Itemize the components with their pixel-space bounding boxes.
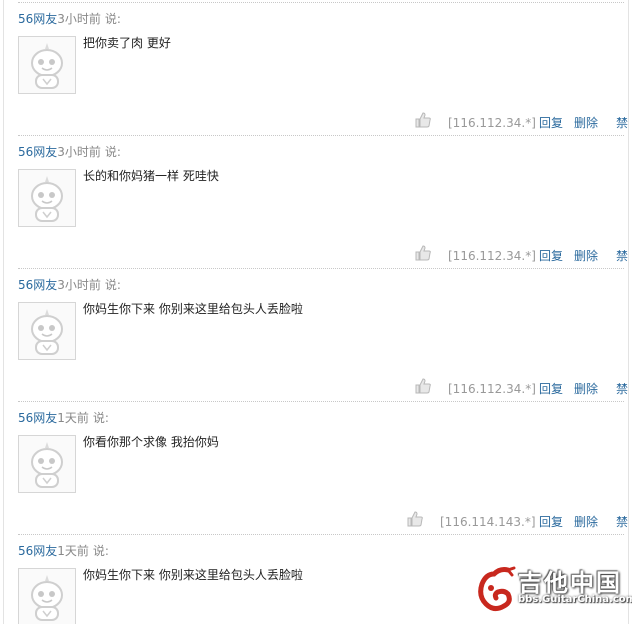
comment-time: 3小时前 bbox=[57, 12, 101, 26]
comment-time: 3小时前 bbox=[57, 278, 101, 292]
comment-actions: [116.112.34.*] 回复 删除 禁 bbox=[414, 244, 628, 268]
comment-separator bbox=[18, 401, 624, 402]
reply-link[interactable]: 回复 bbox=[539, 246, 563, 266]
comment-separator bbox=[18, 2, 624, 3]
comment-ip: [116.114.143.*] bbox=[440, 515, 536, 529]
thumbs-up-icon[interactable] bbox=[414, 111, 432, 135]
watermark-en: bbs.GuitarChina.com bbox=[518, 594, 632, 605]
comment-separator bbox=[18, 268, 624, 269]
avatar[interactable] bbox=[18, 568, 76, 624]
default-avatar-icon bbox=[31, 43, 63, 89]
thumbs-up-icon[interactable] bbox=[406, 510, 424, 534]
comment-time: 1天前 bbox=[57, 411, 89, 425]
comment-meta: 56网友1天前 说: bbox=[18, 542, 109, 560]
reply-link[interactable]: 回复 bbox=[539, 512, 563, 532]
delete-link[interactable]: 删除 bbox=[574, 113, 598, 133]
ban-link[interactable]: 禁 bbox=[616, 246, 628, 266]
comment-actions: [116.112.34.*] 回复 删除 禁 bbox=[414, 377, 628, 401]
comment-meta: 56网友3小时前 说: bbox=[18, 10, 121, 28]
comment-panel: 56网友3小时前 说: 把你卖了肉 更好 [116.112.34.*] 回复 删除… bbox=[3, 0, 629, 624]
comment-actions: [116.114.143.*] 回复 删除 禁 bbox=[406, 510, 628, 534]
comment-text: 长的和你妈猪一样 死哇快 bbox=[83, 169, 219, 183]
thumbs-up-icon[interactable] bbox=[414, 244, 432, 268]
comment-user-link[interactable]: 56网友 bbox=[18, 145, 57, 159]
avatar[interactable] bbox=[18, 435, 76, 493]
comment-text: 你看你那个求像 我抬你妈 bbox=[83, 435, 219, 449]
comment-said-label: 说: bbox=[104, 278, 121, 292]
comment-user-link[interactable]: 56网友 bbox=[18, 278, 57, 292]
comment-separator bbox=[18, 135, 624, 136]
comment-said-label: 说: bbox=[104, 145, 121, 159]
default-avatar-icon bbox=[31, 309, 63, 355]
ban-link[interactable]: 禁 bbox=[616, 113, 628, 133]
ban-link[interactable]: 禁 bbox=[616, 512, 628, 532]
comment-ip: [116.112.34.*] bbox=[448, 382, 536, 396]
comment-said-label: 说: bbox=[104, 12, 121, 26]
avatar[interactable] bbox=[18, 302, 76, 360]
comment-actions: [116.112.34.*] 回复 删除 禁 bbox=[414, 111, 628, 135]
comment-meta: 56网友1天前 说: bbox=[18, 409, 109, 427]
comment-user-link[interactable]: 56网友 bbox=[18, 411, 57, 425]
comment-text: 把你卖了肉 更好 bbox=[83, 36, 171, 50]
comment-meta: 56网友3小时前 说: bbox=[18, 276, 121, 294]
comment-item: 56网友3小时前 说: 长的和你妈猪一样 死哇快 [116.112.34.*] 回… bbox=[18, 143, 628, 276]
watermark-logo: 吉他中国 bbs.GuitarChina.com bbox=[478, 564, 632, 612]
comment-time: 1天前 bbox=[57, 544, 89, 558]
ban-link[interactable]: 禁 bbox=[616, 379, 628, 399]
comment-item: 56网友3小时前 说: 把你卖了肉 更好 [116.112.34.*] 回复 删除… bbox=[18, 10, 628, 143]
reply-link[interactable]: 回复 bbox=[539, 113, 563, 133]
comment-said-label: 说: bbox=[92, 544, 109, 558]
delete-link[interactable]: 删除 bbox=[574, 512, 598, 532]
reply-link[interactable]: 回复 bbox=[539, 379, 563, 399]
default-avatar-icon bbox=[31, 176, 63, 222]
comment-user-link[interactable]: 56网友 bbox=[18, 544, 57, 558]
thumbs-up-icon[interactable] bbox=[414, 377, 432, 401]
guitarchina-logo-icon bbox=[478, 566, 516, 612]
comment-meta: 56网友3小时前 说: bbox=[18, 143, 121, 161]
avatar[interactable] bbox=[18, 169, 76, 227]
comment-item: 56网友3小时前 说: 你妈生你下来 你别来这里给包头人丢脸啦 [116.112.… bbox=[18, 276, 628, 409]
delete-link[interactable]: 删除 bbox=[574, 246, 598, 266]
watermark-cn: 吉他中国 bbox=[518, 569, 622, 597]
comment-ip: [116.112.34.*] bbox=[448, 249, 536, 263]
comment-item: 56网友1天前 说: 你看你那个求像 我抬你妈 [116.114.143.*] 回… bbox=[18, 409, 628, 542]
avatar[interactable] bbox=[18, 36, 76, 94]
default-avatar-icon bbox=[31, 575, 63, 621]
comment-text: 你妈生你下来 你别来这里给包头人丢脸啦 bbox=[83, 568, 303, 582]
comment-time: 3小时前 bbox=[57, 145, 101, 159]
default-avatar-icon bbox=[31, 442, 63, 488]
delete-link[interactable]: 删除 bbox=[574, 379, 598, 399]
comment-text: 你妈生你下来 你别来这里给包头人丢脸啦 bbox=[83, 302, 303, 316]
comment-user-link[interactable]: 56网友 bbox=[18, 12, 57, 26]
comment-separator bbox=[18, 534, 624, 535]
comment-said-label: 说: bbox=[92, 411, 109, 425]
comment-ip: [116.112.34.*] bbox=[448, 116, 536, 130]
